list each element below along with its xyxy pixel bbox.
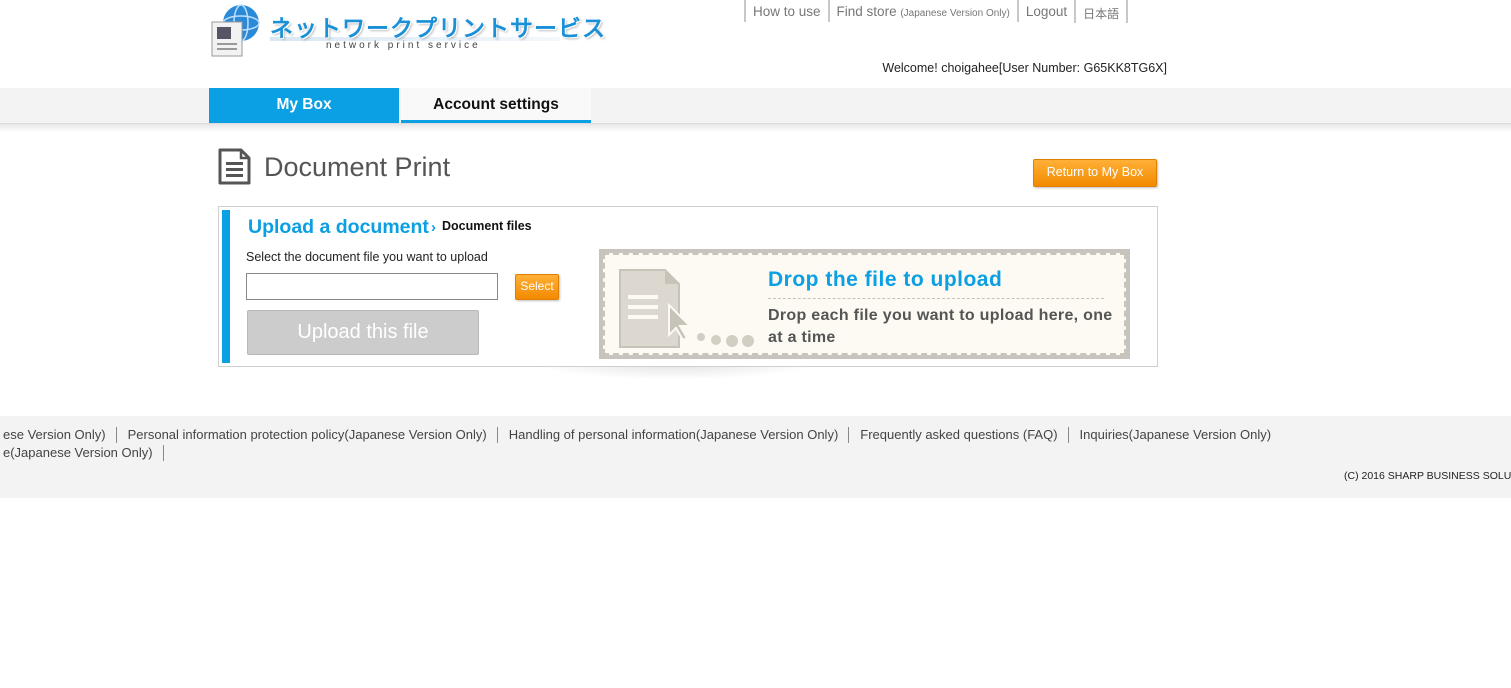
return-to-my-box-button[interactable]: Return to My Box [1033,159,1157,187]
footer: ese Version Only) Personal information pr… [0,416,1511,498]
footer-links-row1: ese Version Only) Personal information pr… [0,427,1281,443]
find-store-link[interactable]: Find store (Japanese Version Only) [827,0,1017,22]
file-drop-zone-inner: Drop the file to upload Drop each file y… [603,253,1126,355]
footer-link-faq[interactable]: Frequently asked questions (FAQ) [849,427,1069,443]
footer-link-personal-info[interactable]: Handling of personal information(Japanes… [498,427,850,443]
drop-zone-description: Drop each file you want to upload here, … [768,307,1113,346]
language-label: 日本語 [1083,7,1120,21]
drop-zone-divider [768,298,1104,299]
nav-shadow [0,124,1511,132]
language-japanese-link[interactable]: 日本語 [1074,0,1129,23]
panel-accent-bar [222,210,230,363]
document-drop-icon [619,269,754,348]
how-to-use-link[interactable]: How to use [744,0,828,22]
top-links: How to use Find store (Japanese Version … [744,0,1129,23]
select-file-button[interactable]: Select [515,274,559,300]
logout-link[interactable]: Logout [1016,0,1074,22]
file-path-input[interactable] [246,273,498,300]
upload-heading: Upload a document [248,216,429,238]
how-to-use-label: How to use [753,4,821,19]
page-title: Document Print [264,152,451,182]
tab-my-box[interactable]: My Box [209,88,399,123]
logout-label: Logout [1025,4,1068,19]
logo-subtext: network print service [326,40,481,51]
chevron-right-icon: › [431,219,436,236]
footer-link-privacy-policy[interactable]: Personal information protection policy(J… [117,427,498,443]
tab-account-settings[interactable]: Account settings [401,88,591,123]
welcome-message: Welcome! choigahee[User Number: G65KK8TG… [882,61,1167,75]
drop-zone-title: Drop the file to upload [768,268,1003,291]
document-icon [218,148,251,185]
file-drop-zone[interactable]: Drop the file to upload Drop each file y… [599,249,1130,359]
footer-link-partial-2[interactable]: e(Japanese Version Only) [0,445,164,461]
site-logo[interactable]: ネットワークプリントサービス network print service [210,3,605,57]
copyright: (C) 2016 SHARP BUSINESS SOLUT [1344,470,1511,482]
upload-panel: Upload a document › Document files Selec… [218,206,1158,367]
find-store-note: (Japanese Version Only) [900,8,1010,19]
footer-link-partial[interactable]: ese Version Only) [0,427,117,443]
footer-link-inquiries[interactable]: Inquiries(Japanese Version Only) [1069,427,1282,443]
select-file-label: Select the document file you want to upl… [246,250,488,264]
logo-text: ネットワークプリントサービス [270,15,606,41]
upload-subheading: Document files [442,219,532,233]
globe-printer-icon [211,4,260,57]
find-store-label: Find store [836,4,897,19]
upload-file-button[interactable]: Upload this file [247,310,479,355]
footer-links-row2: e(Japanese Version Only) [0,445,164,461]
